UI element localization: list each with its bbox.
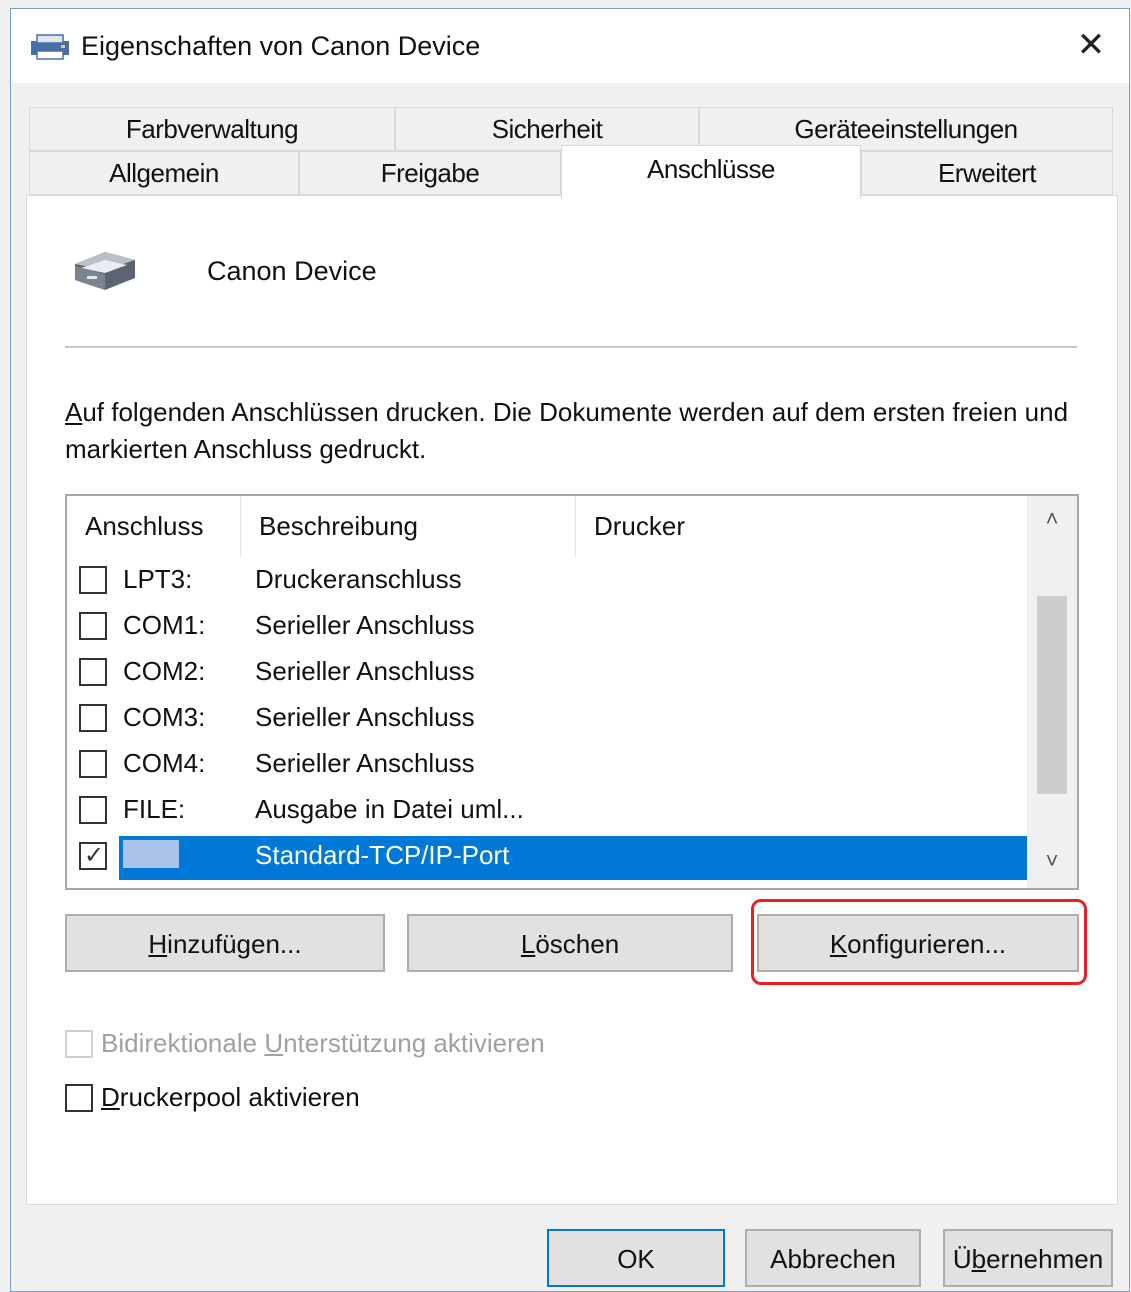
close-button[interactable]: ✕ <box>1067 23 1115 71</box>
port-description: Ausgabe in Datei uml... <box>255 794 524 824</box>
port-name: LPT3: <box>123 564 193 594</box>
table-row[interactable]: LPT3: Druckeranschluss <box>67 558 1027 604</box>
description-text: uf folgenden Anschlüssen drucken. Die Do… <box>65 397 1069 464</box>
port-name: COM4: <box>123 748 206 778</box>
delete-port-button[interactable]: Löschen <box>407 914 733 972</box>
table-row[interactable]: COM4: Serieller Anschluss <box>67 742 1027 788</box>
label-part: nterstützung aktivieren <box>283 1028 545 1058</box>
device-name: Canon Device <box>207 256 377 286</box>
tab-panel-anschluesse: Canon Device Auf folgenden Anschlüssen d… <box>26 195 1118 1205</box>
tab-label: Freigabe <box>380 158 480 188</box>
ok-button[interactable]: OK <box>547 1229 725 1287</box>
column-header-beschreibung[interactable]: Beschreibung <box>241 496 576 558</box>
column-header-drucker[interactable]: Drucker <box>576 496 1030 558</box>
scroll-up-icon[interactable]: ˄ <box>1027 506 1077 536</box>
checkbox-label: Bidirektionale Unterstützung aktivieren <box>101 1028 545 1059</box>
port-checkbox[interactable] <box>79 750 107 778</box>
title-bar: Eigenschaften von Canon Device ✕ <box>11 9 1129 83</box>
port-checkbox[interactable]: ✓ <box>79 842 107 870</box>
button-label: öschen <box>535 929 620 959</box>
table-row[interactable]: FILE: Ausgabe in Datei uml... <box>67 788 1027 834</box>
mnemonic: L <box>520 929 536 959</box>
tab-anschluesse[interactable]: Anschlüsse <box>561 145 861 199</box>
printer-icon <box>31 34 69 60</box>
column-header-anschluss[interactable]: Anschluss <box>67 496 241 558</box>
checkmark-icon: ✓ <box>84 842 105 869</box>
ports-description: Auf folgenden Anschlüssen drucken. Die D… <box>65 394 1075 468</box>
tab-farbverwaltung[interactable]: Farbverwaltung <box>29 107 395 151</box>
checkbox-box <box>65 1030 93 1058</box>
port-description: Serieller Anschluss <box>255 610 475 640</box>
divider <box>65 346 1077 348</box>
apply-button[interactable]: Übernehmen <box>943 1229 1113 1287</box>
ports-list[interactable]: Anschluss Beschreibung Drucker LPT3: Dru… <box>65 494 1079 890</box>
window-title: Eigenschaften von Canon Device <box>81 31 481 61</box>
tab-label: Allgemein <box>109 158 219 188</box>
printer-icon <box>75 252 135 290</box>
port-description: Druckeranschluss <box>255 564 462 594</box>
mnemonic: U <box>264 1028 284 1058</box>
port-description: Standard-TCP/IP-Port <box>255 840 510 870</box>
port-checkbox[interactable] <box>79 796 107 824</box>
button-label: inzufügen... <box>167 929 302 959</box>
close-icon: ✕ <box>1076 26 1106 64</box>
cancel-button[interactable]: Abbrechen <box>745 1229 921 1287</box>
table-row[interactable]: COM2: Serieller Anschluss <box>67 650 1027 696</box>
tab-allgemein[interactable]: Allgemein <box>29 151 299 195</box>
port-checkbox[interactable] <box>79 658 107 686</box>
tab-label: Farbverwaltung <box>125 114 299 144</box>
mnemonic: b <box>971 1244 987 1274</box>
port-name: COM3: <box>123 702 206 732</box>
tab-label: Anschlüsse <box>647 154 775 184</box>
table-row[interactable]: COM3: Serieller Anschluss <box>67 696 1027 742</box>
scroll-down-icon[interactable]: ˅ <box>1027 848 1077 878</box>
mnemonic: D <box>101 1082 120 1112</box>
port-description: Serieller Anschluss <box>255 656 475 686</box>
checkbox-box[interactable] <box>65 1084 93 1112</box>
label-part: ruckerpool aktivieren <box>119 1082 360 1112</box>
port-name: FILE: <box>123 794 186 824</box>
port-checkbox[interactable] <box>79 612 107 640</box>
tab-freigabe[interactable]: Freigabe <box>299 151 561 195</box>
button-label: Ü <box>952 1244 972 1274</box>
label-part: Bidirektionale <box>101 1028 265 1058</box>
highlight-frame <box>751 899 1087 985</box>
mnemonic: H <box>148 929 168 959</box>
tab-label: Geräteeinstellungen <box>794 114 1018 144</box>
properties-dialog: Eigenschaften von Canon Device ✕ Farbver… <box>10 8 1130 1292</box>
table-row[interactable]: COM1: Serieller Anschluss <box>67 604 1027 650</box>
port-description: Serieller Anschluss <box>255 748 475 778</box>
vertical-scrollbar[interactable]: ˄ ˅ <box>1027 496 1077 888</box>
port-checkbox[interactable] <box>79 704 107 732</box>
port-name: COM1: <box>123 610 206 640</box>
scrollbar-thumb[interactable] <box>1037 596 1067 794</box>
port-name: COM2: <box>123 656 206 686</box>
tab-label: Sicherheit <box>491 114 603 144</box>
port-checkbox[interactable] <box>79 566 107 594</box>
port-description: Serieller Anschluss <box>255 702 475 732</box>
button-label: ernehmen <box>986 1244 1104 1274</box>
description-mnemonic: A <box>65 397 83 427</box>
add-port-button[interactable]: Hinzufügen... <box>65 914 385 972</box>
redacted-port-name <box>123 840 179 868</box>
tab-erweitert[interactable]: Erweitert <box>861 151 1113 195</box>
table-row-selected[interactable]: ✓ Standard-TCP/IP-Port <box>67 834 1027 880</box>
tab-label: Erweitert <box>937 158 1037 188</box>
checkbox-label[interactable]: Druckerpool aktivieren <box>101 1082 360 1113</box>
